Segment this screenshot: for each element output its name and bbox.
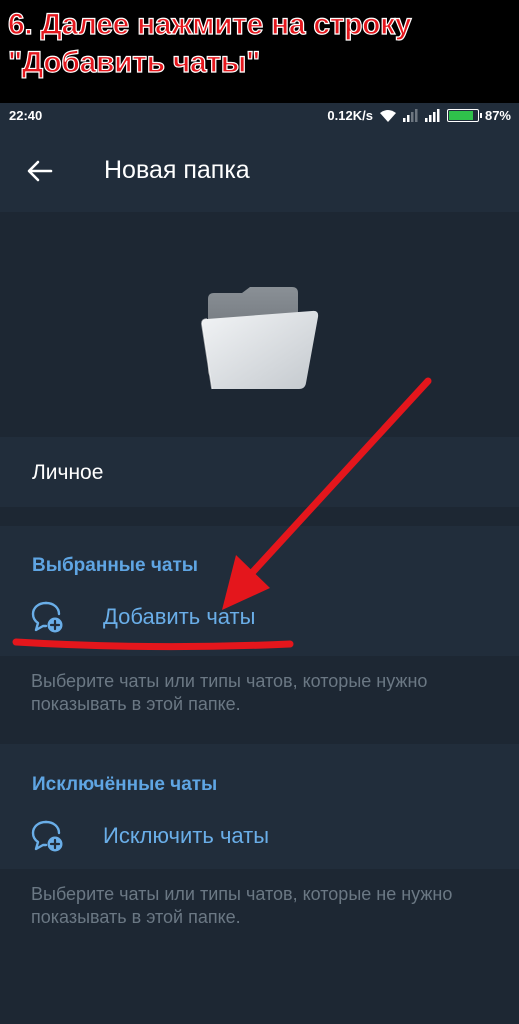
included-chats-header: Выбранные чаты <box>32 555 199 576</box>
add-chats-label: Добавить чаты <box>103 604 256 629</box>
status-icons: 0.12K/s 87% <box>327 108 511 123</box>
battery-icon <box>446 109 482 122</box>
folder-illustration-area <box>0 212 519 437</box>
battery-percent: 87% <box>484 108 511 123</box>
signal-icon-1 <box>402 109 418 122</box>
excluded-chats-header: Исключённые чаты <box>32 774 218 795</box>
status-time: 22:40 <box>9 108 43 123</box>
battery-fill <box>448 111 474 120</box>
included-chats-section: Выбранные чаты Добавить чаты <box>0 526 519 656</box>
signal-icon-2 <box>424 109 440 122</box>
folder-icon <box>201 287 319 390</box>
page-title: Новая папка <box>104 156 250 184</box>
exclude-chats-label: Исключить чаты <box>103 823 270 848</box>
add-chats-button[interactable]: Добавить чаты <box>0 589 519 649</box>
wifi-icon <box>379 109 396 122</box>
app-toolbar: Новая папка <box>0 130 519 212</box>
add-chat-icon <box>31 601 63 633</box>
folder-name-value: Личное <box>32 461 104 484</box>
add-chat-icon <box>31 820 63 852</box>
instruction-line-2: "Добавить чаты" <box>7 45 261 79</box>
status-bar: 22:40 0.12K/s 87% <box>0 103 519 130</box>
instruction-banner: 6. Далее нажмите на строку "Добавить чат… <box>0 0 519 103</box>
network-speed: 0.12K/s <box>327 108 373 123</box>
exclude-chats-button[interactable]: Исключить чаты <box>0 808 519 868</box>
instruction-line-1: 6. Далее нажмите на строку <box>7 7 412 41</box>
included-chats-hint: Выберите чаты или типы чатов, которые ну… <box>0 656 519 744</box>
folder-name-field[interactable]: Личное <box>0 437 519 507</box>
arrow-left-icon <box>27 160 53 182</box>
excluded-chats-section: Исключённые чаты Исключить чаты <box>0 744 519 869</box>
excluded-chats-hint: Выберите чаты или типы чатов, которые не… <box>0 869 519 1024</box>
back-button[interactable] <box>16 153 64 189</box>
